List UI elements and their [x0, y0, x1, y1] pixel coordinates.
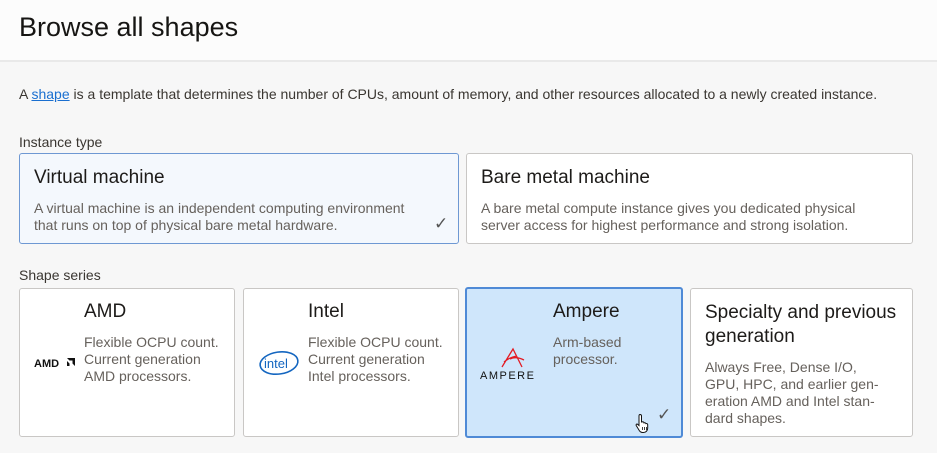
shape-series-label: Shape series	[19, 267, 101, 283]
hand-pointer-icon	[635, 413, 651, 438]
shape-series-amd[interactable]: AMD AMD Flexible OCPU count. Current gen…	[19, 288, 235, 437]
ampere-logo: AMPERE	[480, 345, 546, 386]
intel-logo: intel	[258, 349, 300, 382]
shape-series-ampere[interactable]: AMPERE Ampere Arm-based processor. ✓	[465, 287, 683, 438]
checkmark-icon: ✓	[434, 214, 449, 233]
shape-series-specialty[interactable]: Specialty and previous generation Always…	[690, 288, 913, 437]
instance-type-bare-metal[interactable]: Bare metal machine A bare metal compute …	[466, 153, 913, 244]
shape-series-intel[interactable]: intel Intel Flexible OCPU count. Current…	[243, 288, 459, 437]
shape-link[interactable]: shape	[31, 86, 69, 102]
instance-type-label: Instance type	[19, 134, 103, 150]
header: Browse all shapes	[0, 0, 937, 62]
page-title: Browse all shapes	[19, 12, 239, 42]
description: A shape is a template that determines th…	[19, 86, 878, 102]
svg-text:AMD: AMD	[34, 358, 59, 368]
instance-type-virtual-machine[interactable]: Virtual machine A virtual machine is an …	[19, 153, 459, 244]
svg-text:AMPERE: AMPERE	[480, 370, 535, 381]
checkmark-icon: ✓	[657, 405, 672, 424]
svg-text:intel: intel	[264, 356, 288, 371]
amd-logo: AMD	[34, 355, 78, 373]
